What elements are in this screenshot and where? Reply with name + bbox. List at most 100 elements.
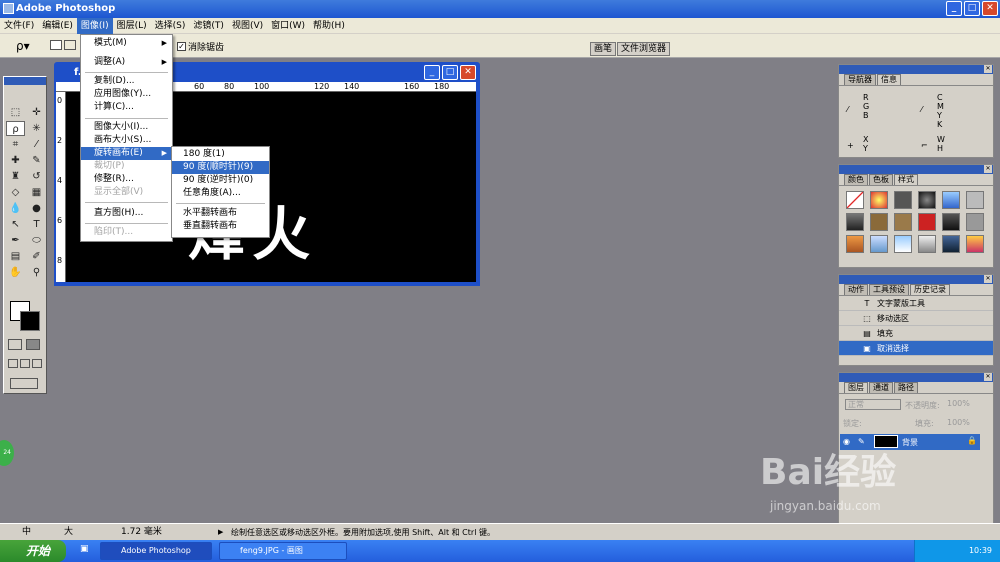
fullscreen-menu-icon[interactable] bbox=[20, 359, 30, 368]
shape-tool-icon[interactable]: ⬭ bbox=[27, 233, 46, 248]
add-selection-icon[interactable] bbox=[64, 40, 76, 50]
notes-tool-icon[interactable]: ▤ bbox=[6, 249, 25, 264]
tab-history[interactable]: 历史记录 bbox=[910, 284, 950, 295]
submenu-item-rotate-90-cw[interactable]: 90 度(顺时针)(9) bbox=[172, 161, 269, 174]
menu-item-canvas-size[interactable]: 画布大小(S)... bbox=[81, 134, 172, 147]
eye-icon[interactable]: ◉ bbox=[843, 437, 850, 446]
history-item[interactable]: ⬚ 移动选区 bbox=[839, 311, 993, 326]
style-swatch[interactable] bbox=[918, 235, 936, 253]
tab-channels[interactable]: 通道 bbox=[869, 382, 893, 393]
menu-item-trim[interactable]: 修整(R)... bbox=[81, 173, 172, 186]
menu-item-calculations[interactable]: 计算(C)... bbox=[81, 101, 172, 114]
move-tool-icon[interactable]: ✛ bbox=[27, 105, 46, 120]
healing-brush-icon[interactable]: ✚ bbox=[6, 153, 25, 168]
layer-row-background[interactable]: ◉ ✎ 背景 🔒 bbox=[840, 434, 980, 450]
antialias-option[interactable]: ✓ 消除锯齿 bbox=[177, 40, 224, 53]
style-swatch[interactable] bbox=[846, 213, 864, 231]
style-swatch[interactable] bbox=[894, 235, 912, 253]
menu-item-histogram[interactable]: 直方图(H)... bbox=[81, 207, 172, 220]
menu-window[interactable]: 窗口(W) bbox=[267, 18, 309, 34]
tab-color[interactable]: 颜色 bbox=[844, 174, 868, 185]
style-swatch[interactable] bbox=[966, 235, 984, 253]
stamp-tool-icon[interactable]: ♜ bbox=[6, 169, 25, 184]
tab-file-browser[interactable]: 文件浏览器 bbox=[616, 42, 670, 56]
submenu-item-flip-vertical[interactable]: 垂直翻转画布 bbox=[172, 220, 269, 233]
window-titlebar[interactable]: Adobe Photoshop _ □ ✕ bbox=[0, 0, 1000, 18]
panel-close-icon[interactable]: ✕ bbox=[984, 165, 992, 173]
tab-info[interactable]: 信息 bbox=[877, 74, 901, 85]
panel-close-icon[interactable]: ✕ bbox=[984, 275, 992, 283]
jump-to-imageready-icon[interactable] bbox=[10, 378, 38, 389]
submenu-item-flip-horizontal[interactable]: 水平翻转画布 bbox=[172, 207, 269, 220]
eraser-tool-icon[interactable]: ◇ bbox=[6, 185, 25, 200]
start-button[interactable]: 开始 bbox=[0, 540, 66, 562]
style-swatch[interactable] bbox=[870, 191, 888, 209]
history-item[interactable]: ▤ 填充 bbox=[839, 326, 993, 341]
ime-indicator[interactable]: 中 bbox=[22, 524, 31, 541]
panel-close-icon[interactable]: ✕ bbox=[984, 65, 992, 73]
marquee-tool-icon[interactable]: ⬚ bbox=[6, 105, 25, 120]
lasso-tool-icon[interactable]: ρ▾ bbox=[16, 39, 30, 53]
style-swatch[interactable] bbox=[870, 235, 888, 253]
menu-edit[interactable]: 编辑(E) bbox=[38, 18, 77, 34]
status-arrow-icon[interactable]: ▶ bbox=[218, 524, 223, 541]
history-item[interactable]: T 文字蒙版工具 bbox=[839, 296, 993, 311]
tab-brushes[interactable]: 画笔 bbox=[589, 42, 616, 56]
task-paint[interactable]: feng9.JPG - 画图 bbox=[219, 542, 347, 560]
tab-navigator[interactable]: 导航器 bbox=[844, 74, 876, 85]
panel-header[interactable]: ✕ bbox=[839, 373, 993, 382]
style-swatch[interactable] bbox=[942, 213, 960, 231]
menu-file[interactable]: 文件(F) bbox=[0, 18, 38, 34]
background-color-swatch[interactable] bbox=[20, 311, 40, 331]
menu-item-mode[interactable]: 模式(M) ▶ bbox=[81, 37, 172, 50]
tab-swatches[interactable]: 色板 bbox=[869, 174, 893, 185]
style-swatch[interactable] bbox=[942, 235, 960, 253]
tab-styles[interactable]: 样式 bbox=[894, 174, 918, 185]
panel-header[interactable]: ✕ bbox=[839, 65, 993, 74]
clock[interactable]: 10:39 bbox=[969, 546, 992, 555]
submenu-item-rotate-90-ccw[interactable]: 90 度(逆时针)(0) bbox=[172, 174, 269, 187]
new-selection-icon[interactable] bbox=[50, 40, 62, 50]
green-badge[interactable]: 24 bbox=[0, 440, 14, 466]
type-tool-icon[interactable]: T bbox=[27, 217, 46, 232]
style-swatch[interactable] bbox=[918, 191, 936, 209]
gradient-tool-icon[interactable]: ▦ bbox=[27, 185, 46, 200]
style-swatch[interactable] bbox=[870, 213, 888, 231]
hand-tool-icon[interactable]: ✋ bbox=[6, 265, 25, 280]
toolbox-header[interactable] bbox=[4, 77, 46, 85]
menu-image[interactable]: 图像(I) bbox=[76, 17, 113, 34]
fullscreen-icon[interactable] bbox=[32, 359, 42, 368]
tab-layers[interactable]: 图层 bbox=[844, 382, 868, 393]
menu-item-image-size[interactable]: 图像大小(I)... bbox=[81, 121, 172, 134]
task-photoshop[interactable]: Adobe Photoshop bbox=[100, 542, 212, 560]
history-brush-icon[interactable]: ↺ bbox=[27, 169, 46, 184]
style-swatch[interactable] bbox=[894, 213, 912, 231]
quickmask-mode-icon[interactable] bbox=[26, 339, 40, 350]
menu-view[interactable]: 视图(V) bbox=[228, 18, 267, 34]
panel-header[interactable]: ✕ bbox=[839, 165, 993, 174]
show-desktop-icon[interactable]: ▣ bbox=[80, 544, 89, 554]
style-swatch[interactable] bbox=[846, 235, 864, 253]
standard-mode-icon[interactable] bbox=[8, 339, 22, 350]
dodge-tool-icon[interactable]: ● bbox=[27, 201, 46, 216]
style-swatch[interactable] bbox=[966, 213, 984, 231]
antialias-checkbox[interactable]: ✓ bbox=[177, 42, 186, 51]
menu-select[interactable]: 选择(S) bbox=[151, 18, 190, 34]
menu-item-duplicate[interactable]: 复制(D)... bbox=[81, 75, 172, 88]
history-item[interactable]: ▣ 取消选择 bbox=[839, 341, 993, 356]
opacity-input[interactable]: 100% bbox=[947, 399, 970, 408]
style-swatch[interactable] bbox=[918, 213, 936, 231]
maximize-button[interactable]: □ bbox=[964, 1, 980, 16]
submenu-item-rotate-180[interactable]: 180 度(1) bbox=[172, 148, 269, 161]
menu-help[interactable]: 帮助(H) bbox=[309, 18, 349, 34]
path-select-icon[interactable]: ↖ bbox=[6, 217, 25, 232]
minimize-button[interactable]: _ bbox=[946, 1, 962, 16]
lasso-tool-button[interactable]: ρ bbox=[6, 121, 25, 136]
menu-layer[interactable]: 图层(L) bbox=[113, 18, 151, 34]
style-swatch[interactable] bbox=[894, 191, 912, 209]
style-none[interactable] bbox=[846, 191, 864, 209]
screen-mode-icon[interactable] bbox=[8, 359, 18, 368]
crop-tool-icon[interactable]: ⌗ bbox=[6, 137, 25, 152]
doc-close-button[interactable]: ✕ bbox=[460, 65, 476, 80]
pen-tool-icon[interactable]: ✒ bbox=[6, 233, 25, 248]
